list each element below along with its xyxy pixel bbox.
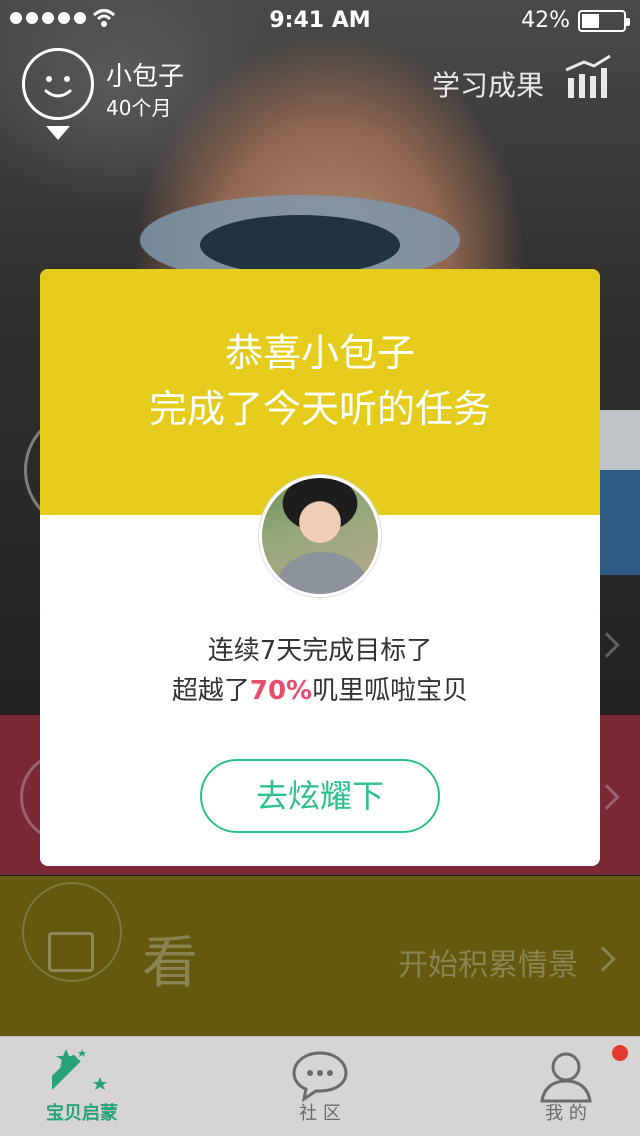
child-age: 40个月 xyxy=(106,96,172,120)
ranking-suffix: 叽里呱啦宝贝 xyxy=(312,676,469,706)
tab-label: 宝贝启蒙 xyxy=(46,1103,118,1124)
child-avatar[interactable] xyxy=(22,48,94,120)
notification-badge xyxy=(612,1045,628,1061)
modal-title: 恭喜小包子 完成了今天听的任务 xyxy=(40,325,600,437)
child-name: 小包子 xyxy=(106,62,185,92)
bar-chart-icon[interactable] xyxy=(562,54,612,100)
battery-percentage: 42% xyxy=(521,8,570,33)
modal-title-line2: 完成了今天听的任务 xyxy=(148,387,491,431)
share-button[interactable]: 去炫耀下 xyxy=(200,759,440,833)
child-photo-avatar xyxy=(259,475,381,597)
battery-level xyxy=(582,14,599,28)
magic-wand-icon xyxy=(52,1049,107,1090)
modal-title-line1: 恭喜小包子 xyxy=(224,331,415,375)
caret-down-icon[interactable] xyxy=(46,126,70,140)
ranking-percentage: 70% xyxy=(249,676,313,706)
modal-message: 连续7天完成目标了 超越了70%叽里呱啦宝贝 xyxy=(40,631,600,711)
ranking-prefix: 超越了 xyxy=(171,676,250,706)
streak-message: 连续7天完成目标了 xyxy=(207,636,433,666)
user-icon xyxy=(540,1052,592,1103)
tab-me[interactable]: 我 的 xyxy=(486,1037,640,1136)
battery-icon xyxy=(578,10,630,32)
chat-bubble-icon xyxy=(292,1051,348,1103)
ranking-message: 超越了70%叽里呱啦宝贝 xyxy=(40,671,600,711)
achievement-modal: 恭喜小包子 完成了今天听的任务 连续7天完成目标了 超越了70%叽里呱啦宝贝 去… xyxy=(40,269,600,866)
smiley-face-icon xyxy=(44,76,72,98)
learning-results-link[interactable]: 学习成果 xyxy=(432,64,544,104)
tab-baby-enlightenment[interactable]: 宝贝启蒙 xyxy=(2,1037,162,1136)
tab-community[interactable]: 社 区 xyxy=(240,1037,400,1136)
tab-label: 社 区 xyxy=(299,1103,341,1124)
tab-bar: 宝贝启蒙 社 区 我 的 xyxy=(0,1036,640,1136)
status-bar: 9:41 AM 42% xyxy=(0,0,640,40)
tab-label: 我 的 xyxy=(545,1103,587,1124)
